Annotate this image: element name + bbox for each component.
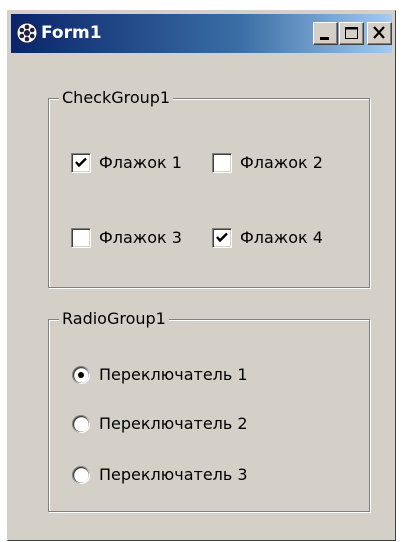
- checkmark-icon: [216, 232, 228, 243]
- checkbox-3[interactable]: [71, 228, 91, 248]
- radio-label-1: Переключатель 1: [99, 365, 248, 384]
- checkbox-label-2: Флажок 2: [240, 153, 323, 172]
- window-title: Form1: [41, 23, 102, 43]
- checkbox-label-3: Флажок 3: [99, 228, 182, 247]
- checkbox-item-3[interactable]: Флажок 3: [71, 226, 182, 250]
- maximize-button[interactable]: [339, 22, 364, 45]
- checkbox-item-4[interactable]: Флажок 4: [212, 226, 323, 250]
- radio-label-3: Переключатель 3: [99, 465, 248, 484]
- radio-group-caption: RadioGroup1: [59, 309, 169, 329]
- radio-label-2: Переключатель 2: [99, 414, 248, 433]
- gear-app-icon[interactable]: [16, 22, 38, 44]
- close-button[interactable]: [367, 22, 392, 45]
- checkmark-icon: [75, 157, 87, 168]
- checkbox-4[interactable]: [212, 228, 232, 248]
- close-icon: [373, 26, 385, 39]
- radio-item-2[interactable]: Переключатель 2: [71, 412, 248, 436]
- checkbox-2[interactable]: [212, 153, 232, 173]
- radio-button-selected[interactable]: [71, 365, 91, 385]
- checkbox-item-2[interactable]: Флажок 2: [212, 151, 323, 175]
- checkbox-1[interactable]: [71, 153, 91, 173]
- check-group: CheckGroup1 Флажок 1 Флажок 2 Флажок 3 Ф…: [48, 88, 370, 288]
- maximize-icon: [345, 27, 358, 39]
- radio-button[interactable]: [71, 414, 91, 434]
- check-group-caption: CheckGroup1: [59, 88, 174, 108]
- radio-button[interactable]: [71, 465, 91, 485]
- minimize-button[interactable]: [313, 22, 338, 45]
- form-window: Form1 CheckGroup1 Флажок 1 Флажок 2 Флаж…: [7, 10, 396, 541]
- radio-item-3[interactable]: Переключатель 3: [71, 463, 248, 487]
- radio-group: RadioGroup1 Переключатель 1 Переключател…: [48, 309, 370, 512]
- minimize-icon: [320, 37, 329, 40]
- radio-item-1[interactable]: Переключатель 1: [71, 363, 248, 387]
- title-bar[interactable]: Form1: [11, 14, 392, 53]
- checkbox-label-4: Флажок 4: [240, 228, 323, 247]
- checkbox-item-1[interactable]: Флажок 1: [71, 151, 182, 175]
- checkbox-label-1: Флажок 1: [99, 153, 182, 172]
